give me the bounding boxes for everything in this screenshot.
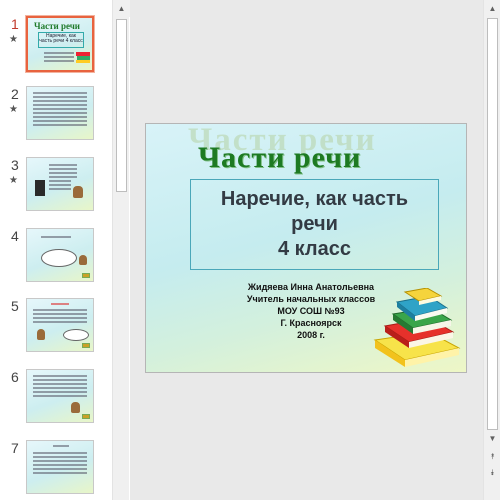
author-text-box[interactable]: Жидяева Инна Анатольевна Учитель начальн… — [236, 281, 386, 341]
subtitle-text-box[interactable]: Наречие, как часть речи 4 класс — [190, 179, 439, 270]
subtitle-line: Наречие, как часть — [220, 188, 409, 210]
mini-nav-button — [82, 273, 90, 278]
mini-author-lines — [44, 52, 74, 64]
previous-slide-icon[interactable]: ⯭ — [484, 450, 500, 464]
mini-slide-title: Части речи — [34, 21, 80, 31]
slide-preview[interactable] — [26, 86, 94, 140]
books-icon — [373, 287, 461, 367]
slide-number: 2 — [11, 86, 19, 102]
slide-thumbnail-3[interactable]: 3 ★ — [0, 157, 112, 217]
mini-nav-button — [82, 414, 90, 419]
slide-preview[interactable] — [26, 369, 94, 423]
slide-number: 5 — [11, 298, 19, 314]
current-slide[interactable]: Части речи Части речи Наречие, как часть… — [145, 123, 467, 373]
mini-text-lines — [33, 375, 87, 399]
mini-text-lines — [49, 164, 77, 180]
slide-preview[interactable] — [26, 298, 94, 352]
mini-speech-bubble — [63, 329, 89, 341]
subtitle-line: 4 класс — [277, 238, 351, 260]
slide-number: 6 — [11, 369, 19, 385]
slide-thumbnail-1[interactable]: 1 ★ Части речи Наречие, как часть речи 4… — [0, 16, 112, 76]
slide-thumbnail-2[interactable]: 2 ★ — [0, 86, 112, 146]
books-illustration[interactable] — [371, 287, 463, 368]
mini-heading-line — [51, 303, 69, 307]
slide-number: 3 — [11, 157, 19, 173]
author-line: Жидяева Инна Анатольевна — [247, 282, 375, 292]
mini-text-lines — [41, 236, 71, 240]
mini-books-icon — [76, 52, 90, 63]
next-slide-icon[interactable]: ⯯ — [484, 466, 500, 480]
thumbnail-scrollbar[interactable]: ▲ — [112, 0, 130, 500]
scrollbar-thumb[interactable] — [487, 18, 498, 430]
mini-subtitle-box: Наречие, как часть речи 4 класс — [38, 32, 84, 48]
scroll-down-arrow-icon[interactable]: ▼ — [484, 430, 500, 447]
slide-preview[interactable] — [26, 228, 94, 282]
animation-star-icon: ★ — [9, 175, 18, 186]
canvas-scrollbar[interactable]: ▲ ▼ ⯭ ⯯ — [483, 0, 500, 500]
author-line: Учитель начальных классов — [246, 294, 376, 304]
animation-star-icon: ★ — [9, 34, 18, 45]
slide-preview[interactable] — [26, 440, 94, 494]
scroll-up-arrow-icon[interactable]: ▲ — [113, 0, 130, 17]
scrollbar-thumb[interactable] — [116, 19, 127, 192]
mini-text-lines — [33, 452, 87, 476]
mini-text-lines — [49, 180, 71, 192]
mini-text-lines — [33, 309, 87, 325]
animation-star-icon: ★ — [9, 104, 18, 115]
slide-number: 1 — [11, 16, 19, 32]
mini-text-lines — [33, 92, 87, 128]
author-line: Г. Красноярск — [280, 318, 342, 328]
mini-owl-icon — [71, 402, 80, 413]
slide-thumbnail-4[interactable]: 4 — [0, 228, 112, 288]
subtitle-line: речи — [291, 213, 338, 235]
powerpoint-window: 1 ★ Части речи Наречие, как часть речи 4… — [0, 0, 500, 500]
slide-number: 4 — [11, 228, 19, 244]
mini-owl-icon — [79, 255, 87, 265]
mini-owl-icon — [73, 186, 83, 198]
mini-speech-bubble — [41, 249, 77, 267]
slide-thumbnail-pane: 1 ★ Части речи Наречие, как часть речи 4… — [0, 0, 112, 500]
slide-thumbnail-7[interactable]: 7 — [0, 440, 112, 500]
slide-title[interactable]: Части речи — [198, 141, 361, 175]
mini-image — [35, 180, 45, 196]
slide-thumbnail-6[interactable]: 6 — [0, 369, 112, 429]
scroll-up-arrow-icon[interactable]: ▲ — [484, 0, 500, 17]
slide-number: 7 — [11, 440, 19, 456]
slide-preview[interactable] — [26, 157, 94, 211]
mini-owl-icon — [37, 329, 45, 340]
slide-thumbnail-5[interactable]: 5 — [0, 298, 112, 358]
author-line: 2008 г. — [297, 330, 325, 340]
author-line: МОУ СОШ №93 — [277, 306, 345, 316]
mini-nav-button — [82, 343, 90, 348]
mini-heading-line — [53, 445, 69, 449]
slide-preview-selected[interactable]: Части речи Наречие, как часть речи 4 кла… — [26, 16, 94, 72]
